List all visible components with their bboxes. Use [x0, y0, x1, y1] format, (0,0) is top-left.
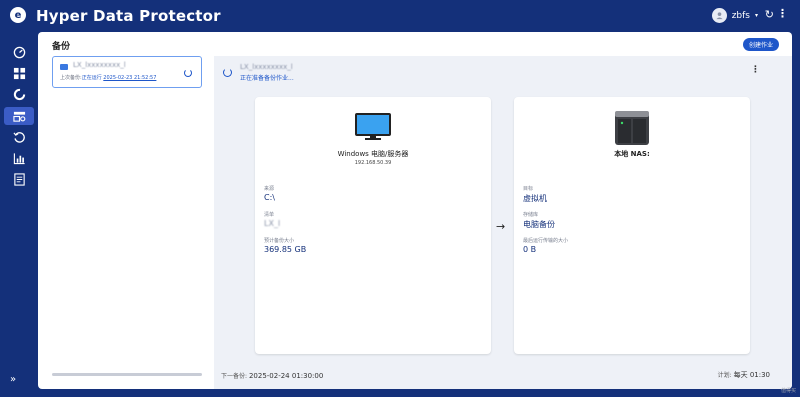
schedule-value: 每天 01:30 [733, 371, 770, 379]
job-card[interactable]: LX_lxxxxxxxx_l 上次备份:正在运行 2025-02-23 21:5… [52, 56, 202, 88]
page-title: 备份 [52, 42, 71, 52]
target-value: 虚拟机 [523, 194, 547, 203]
job-last-label: 上次备份: [60, 75, 82, 81]
transferred-label: 最后运行传输的大小 [523, 238, 569, 244]
restore-icon[interactable] [11, 129, 27, 145]
destination-card: 本地 NAS: 目标 虚拟机 存储库 电脑备份 最后运行传输的大小 0 B [514, 97, 750, 354]
nas-icon [615, 111, 649, 145]
arrow-right-icon: → [496, 220, 506, 233]
gauge-icon[interactable] [11, 44, 27, 60]
chevron-down-icon: ▾ [754, 12, 758, 19]
next-backup: 下一备份: 2025-02-24 01:30:00 [221, 371, 323, 380]
source-ip: 192.168.50.39 [354, 160, 392, 166]
job-list: LX_lxxxxxxxx_l 上次备份:正在运行 2025-02-23 21:5… [52, 56, 202, 382]
monitor-icon [355, 113, 391, 140]
more-vertical-icon[interactable]: ⋮ [777, 7, 788, 20]
list-label: 清单 [264, 212, 275, 218]
refresh-icon[interactable]: ↻ [765, 8, 774, 21]
target-label: 目标 [523, 186, 534, 192]
grid-icon[interactable] [11, 65, 27, 81]
user-icon [711, 8, 727, 23]
computer-icon [60, 64, 68, 70]
job-name: LX_lxxxxxxxx_l [73, 61, 126, 69]
job-last-run: 上次备份:正在运行 2025-02-23 21:52:57 [60, 74, 156, 81]
storage-label: 存储库 [523, 212, 539, 218]
chart-icon[interactable] [11, 150, 27, 166]
app-title: Hyper Data Protector [36, 7, 221, 25]
job-detail: LX_lxxxxxxxx_l 正在准备备份作业... ⋮ Windows 电脑/… [214, 56, 792, 389]
source-value: C:\ [264, 193, 275, 202]
main-panel: 备份 创建作业 LX_lxxxxxxxx_l 上次备份:正在运行 2025-02… [38, 32, 792, 389]
source-label: 来源 [264, 186, 275, 192]
source-card: Windows 电脑/服务器 192.168.50.39 来源 C:\ 清单 L… [255, 97, 491, 354]
job-last-date-link[interactable]: 2025-02-23 21:52:57 [103, 75, 156, 81]
user-menu[interactable]: zbfs ▾ [711, 8, 758, 23]
sidebar: » [0, 32, 38, 397]
jobs-icon[interactable] [11, 108, 27, 124]
username: zbfs [731, 10, 750, 21]
more-vertical-icon[interactable]: ⋮ [751, 65, 760, 75]
detail-job-name: LX_lxxxxxxxx_l [240, 63, 293, 71]
log-icon[interactable] [11, 171, 27, 187]
job-status: 正在运行 [81, 75, 102, 81]
list-value: LX_l [264, 219, 281, 228]
next-backup-label: 下一备份: [221, 373, 248, 380]
app-logo-icon: e [10, 7, 26, 23]
schedule: 计划: 每天 01:30 [718, 370, 770, 380]
create-job-button[interactable]: 创建作业 [742, 38, 779, 51]
backup-ring-icon[interactable] [11, 86, 27, 102]
watermark: 值得买 [780, 388, 796, 394]
size-value: 369.85 GB [264, 245, 307, 254]
detail-job-status: 正在准备备份作业... [240, 75, 294, 82]
destination-title: 本地 NAS: [614, 150, 650, 158]
loading-spinner-icon [184, 69, 192, 77]
app-header: e Hyper Data Protector zbfs ▾ ↻ ⋮ [0, 0, 800, 32]
source-title: Windows 电脑/服务器 [337, 150, 409, 158]
next-backup-value: 2025-02-24 01:30:00 [248, 372, 324, 380]
horizontal-scrollbar[interactable] [52, 373, 202, 376]
loading-spinner-icon [223, 68, 232, 77]
size-label: 预计备份大小 [264, 238, 295, 244]
transferred-value: 0 B [523, 245, 537, 254]
schedule-label: 计划: [717, 372, 732, 379]
storage-value: 电脑备份 [523, 220, 555, 229]
expand-sidebar-icon[interactable]: » [10, 374, 16, 385]
